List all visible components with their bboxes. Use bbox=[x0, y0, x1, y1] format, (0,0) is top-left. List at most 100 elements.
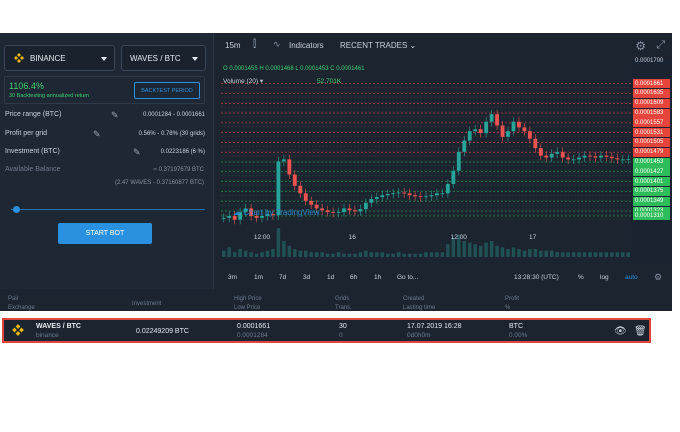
chart-range-controls: 3m 1m 7d 3d 1d 6h 1h Go to... 13:28:30 (… bbox=[219, 272, 672, 286]
volume-bar bbox=[342, 253, 346, 257]
price-axis[interactable]: 0.0001700 0.0001661 0.0001635 0.0001609 0.0… bbox=[631, 58, 672, 263]
tradingview-watermark: ☁ Chart by TradingView bbox=[233, 208, 320, 217]
volume-bar bbox=[610, 252, 614, 257]
row-pair-text: WAVES / BTC bbox=[36, 323, 81, 330]
slider-handle[interactable] bbox=[13, 206, 20, 213]
row-trans: 0 bbox=[339, 332, 343, 339]
col-created-header: Created Lasting time bbox=[403, 295, 435, 313]
edit-pencil-icon[interactable]: ✎ bbox=[111, 110, 119, 121]
candle bbox=[566, 157, 571, 160]
volume-bar bbox=[325, 253, 330, 257]
backtest-period-button[interactable]: BACKTEST PERIOD bbox=[134, 82, 200, 99]
price-tag: 0.0001635 bbox=[633, 88, 670, 98]
header-profit: Profit bbox=[505, 296, 520, 302]
volume-bar bbox=[304, 250, 308, 257]
volume-bar bbox=[626, 252, 630, 257]
volume-bar bbox=[446, 244, 450, 257]
range-1m[interactable]: 1m bbox=[254, 274, 263, 281]
candle bbox=[358, 209, 363, 212]
candle bbox=[287, 159, 292, 175]
edit-pencil-icon[interactable]: ✎ bbox=[133, 147, 141, 158]
candle bbox=[544, 155, 549, 158]
candle bbox=[560, 151, 565, 158]
ohlc-values: O 0.0001455 H 0.0001468 L 0.0001453 C 0.… bbox=[223, 66, 365, 72]
x-tick-label: 12:00 bbox=[254, 234, 271, 241]
candle bbox=[522, 127, 527, 132]
row-investment: 0.02249209 BTC bbox=[136, 328, 189, 335]
row-lasting: 0d0h0m bbox=[407, 332, 431, 339]
volume-bar bbox=[331, 253, 335, 257]
backtest-return-box: 1106.4% 30 Backtesting annualized return… bbox=[4, 76, 205, 104]
candle bbox=[467, 131, 472, 141]
row-profit-unit: BTC bbox=[509, 323, 523, 330]
range-1h[interactable]: 1h bbox=[374, 274, 381, 281]
volume-bar bbox=[588, 252, 592, 257]
go-to-button[interactable]: Go to... bbox=[397, 274, 418, 281]
candle bbox=[615, 158, 620, 160]
range-7d[interactable]: 7d bbox=[279, 274, 286, 281]
price-range-row: Price range (BTC) ✎ 0.0001284 - 0.000166… bbox=[5, 110, 205, 123]
pair-label: WAVES / BTC bbox=[130, 53, 181, 63]
edit-pencil-icon[interactable]: ✎ bbox=[93, 129, 101, 140]
price-tag: 0.0001583 bbox=[633, 108, 670, 118]
volume-bar bbox=[522, 250, 527, 257]
eye-icon[interactable]: 👁 bbox=[614, 326, 627, 337]
return-label: 30 Backtesting annualized return bbox=[9, 93, 90, 99]
volume-bar bbox=[621, 252, 625, 257]
table-row[interactable]: WAVES / BTC binance 0.02249209 BTC 0.0001… bbox=[2, 318, 651, 343]
candle bbox=[325, 210, 330, 213]
header-created: Created bbox=[403, 296, 425, 302]
exchange-dropdown[interactable]: BINANCE bbox=[4, 45, 115, 71]
col-pair-header: Pair Exchange bbox=[8, 295, 35, 313]
available-waves: (2.47 WAVES - 0.37160877 BTC) bbox=[114, 180, 204, 186]
range-3d[interactable]: 3d bbox=[303, 274, 310, 281]
header-grids: Grids bbox=[335, 296, 350, 302]
price-tag: 0.0001349 bbox=[633, 196, 670, 206]
interval-button[interactable]: 15m bbox=[225, 41, 241, 50]
trash-icon[interactable]: 🗑 bbox=[634, 326, 647, 337]
header-high: High Price bbox=[234, 296, 262, 302]
volume-bar bbox=[577, 252, 581, 257]
volume-bar bbox=[254, 253, 259, 257]
candles-icon[interactable]: ⫿ bbox=[253, 39, 256, 50]
volume-bar bbox=[506, 249, 510, 257]
range-1d[interactable]: 1d bbox=[327, 274, 334, 281]
volume-bar bbox=[353, 253, 357, 257]
percent-toggle[interactable]: % bbox=[578, 274, 584, 281]
candle bbox=[292, 174, 297, 186]
candle bbox=[500, 125, 505, 137]
candle bbox=[538, 148, 543, 156]
gear-icon[interactable]: ⚙ bbox=[635, 39, 646, 53]
price-tag: 0.0001661 bbox=[633, 79, 670, 89]
candle bbox=[582, 155, 587, 158]
candle bbox=[473, 129, 478, 132]
fullscreen-icon[interactable]: ⤢ bbox=[656, 39, 665, 52]
volume-bar bbox=[440, 252, 445, 257]
log-toggle[interactable]: log bbox=[600, 274, 609, 281]
recent-trades-dropdown[interactable]: RECENT TRADES ⌄ bbox=[340, 41, 416, 50]
chevron-down-icon bbox=[101, 57, 107, 61]
candlestick-chart[interactable]: 12:00 16 12:00 17 bbox=[221, 61, 631, 263]
auto-toggle[interactable]: auto bbox=[625, 274, 638, 281]
candle bbox=[456, 151, 461, 171]
indicators-button[interactable]: Indicators bbox=[289, 41, 324, 50]
start-bot-button[interactable]: START BOT bbox=[58, 223, 152, 244]
candle bbox=[577, 157, 581, 160]
volume-bar bbox=[566, 252, 570, 257]
exchange-label: BINANCE bbox=[30, 53, 66, 63]
volume-bar bbox=[227, 247, 231, 257]
volume-bar bbox=[418, 253, 423, 257]
investment-slider[interactable] bbox=[11, 209, 205, 210]
gear-icon[interactable]: ⚙ bbox=[654, 272, 662, 283]
candle bbox=[517, 121, 521, 128]
pair-dropdown[interactable]: WAVES / BTC bbox=[121, 45, 206, 71]
candle bbox=[380, 195, 385, 198]
ohlc-readout: O 0.0001455 H 0.0001468 L 0.0001453 C 0.… bbox=[223, 66, 365, 72]
volume-bar bbox=[500, 247, 505, 257]
volume-bar bbox=[429, 252, 434, 257]
volume-bar bbox=[375, 252, 379, 257]
chevron-down-icon bbox=[192, 57, 198, 61]
candle bbox=[549, 153, 554, 158]
range-6h[interactable]: 6h bbox=[350, 274, 357, 281]
range-3m[interactable]: 3m bbox=[228, 274, 237, 281]
